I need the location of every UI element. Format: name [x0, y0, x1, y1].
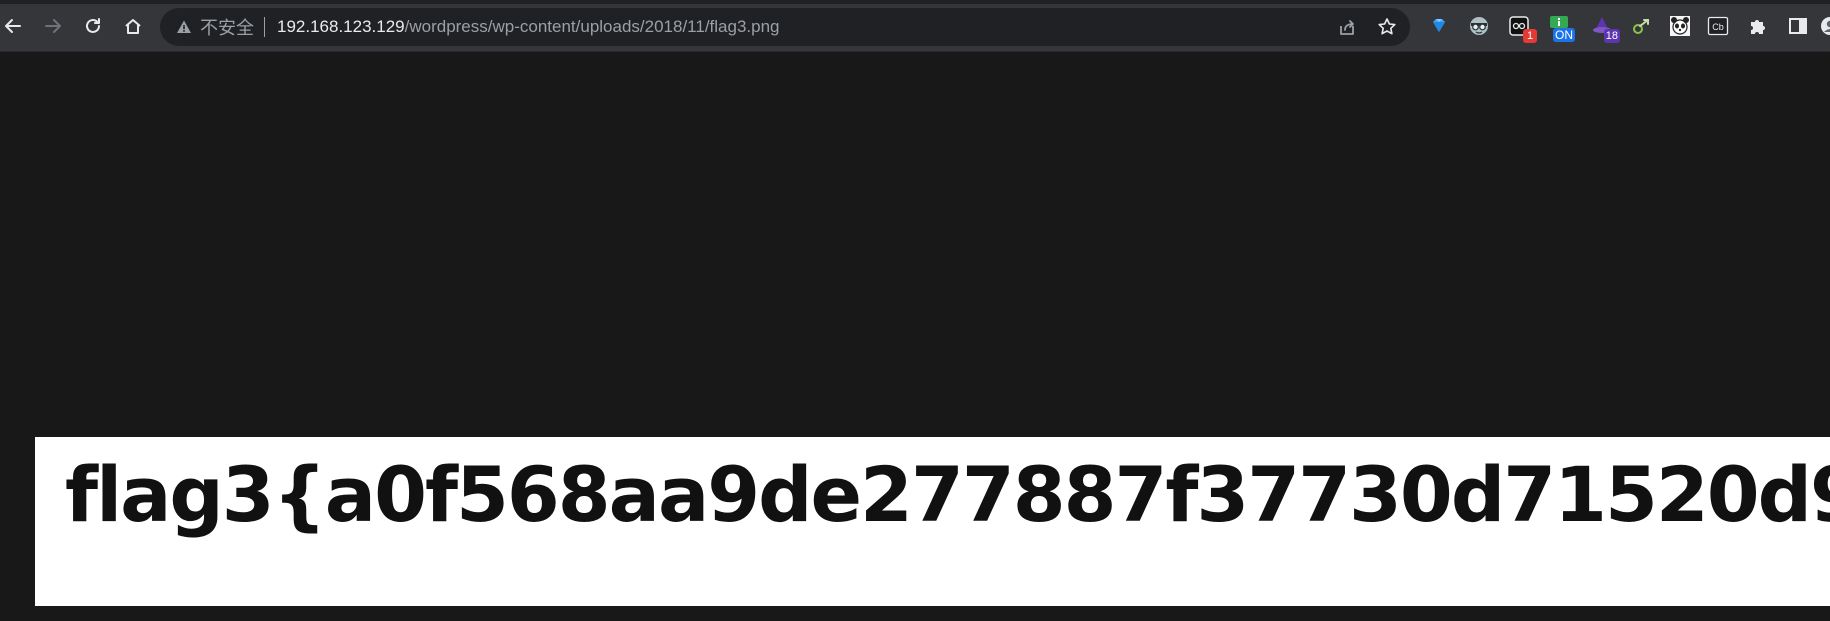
extension-cb[interactable]: Cb	[1704, 12, 1732, 40]
side-panel-button[interactable]	[1784, 12, 1812, 40]
home-icon	[125, 19, 141, 34]
info-on-badge: ON	[1553, 28, 1575, 42]
url-path: /wordpress/wp-content/uploads/2018/11/fl…	[404, 17, 780, 36]
side-panel-icon	[1789, 18, 1807, 34]
blue-gem-icon	[1433, 19, 1445, 32]
back-button[interactable]	[0, 11, 28, 41]
extension-ghost[interactable]: 1	[1505, 12, 1537, 43]
address-bar[interactable]: 不安全 192.168.123.129/wordpress/wp-content…	[160, 8, 1410, 46]
security-indicator[interactable]: 不安全	[176, 8, 254, 46]
star-icon	[1378, 18, 1396, 35]
flag-image-text: flag3{a0f568aa9de277887f37730d71520d9b}	[65, 450, 1830, 539]
back-arrow-icon	[5, 19, 21, 33]
browser-toolbar: 不安全 192.168.123.129/wordpress/wp-content…	[0, 0, 1830, 52]
spy-glasses-icon	[1470, 17, 1488, 35]
bookmark-button[interactable]	[1372, 12, 1402, 42]
reload-icon	[86, 18, 100, 33]
profile-button[interactable]	[1818, 12, 1830, 40]
home-button[interactable]	[118, 11, 148, 41]
url-text[interactable]: 192.168.123.129/wordpress/wp-content/upl…	[277, 8, 780, 46]
tab-strip-edge	[0, 0, 1830, 4]
extension-panda[interactable]	[1666, 12, 1694, 40]
cb-icon: Cb	[1707, 16, 1729, 36]
share-button[interactable]	[1332, 12, 1362, 42]
page-viewport: flag3{a0f568aa9de277887f37730d71520d9b}	[0, 52, 1830, 621]
extension-gem[interactable]	[1425, 12, 1453, 40]
extension-spy[interactable]	[1465, 12, 1493, 40]
forward-arrow-icon	[45, 19, 61, 33]
ghost-badge: 1	[1523, 29, 1537, 43]
address-separator	[264, 17, 265, 37]
url-host: 192.168.123.129	[277, 17, 405, 36]
extension-wizard[interactable]: 18	[1588, 12, 1620, 43]
svg-text:Cb: Cb	[1712, 22, 1724, 32]
profile-avatar-icon	[1821, 17, 1830, 35]
reload-button[interactable]	[78, 11, 108, 41]
wizard-badge: 18	[1603, 29, 1620, 43]
share-icon	[1340, 20, 1354, 35]
extension-share-arrow[interactable]	[1628, 12, 1656, 40]
warning-triangle-icon	[177, 20, 191, 33]
extensions-menu-button[interactable]	[1744, 12, 1772, 40]
extension-info-on[interactable]: ON	[1545, 12, 1575, 42]
forward-button[interactable]	[38, 11, 68, 41]
panda-icon	[1670, 16, 1690, 36]
flag-image: flag3{a0f568aa9de277887f37730d71520d9b}	[35, 437, 1830, 606]
security-label: 不安全	[200, 18, 254, 38]
share-arrow-icon	[1633, 19, 1649, 34]
puzzle-icon	[1751, 20, 1765, 34]
